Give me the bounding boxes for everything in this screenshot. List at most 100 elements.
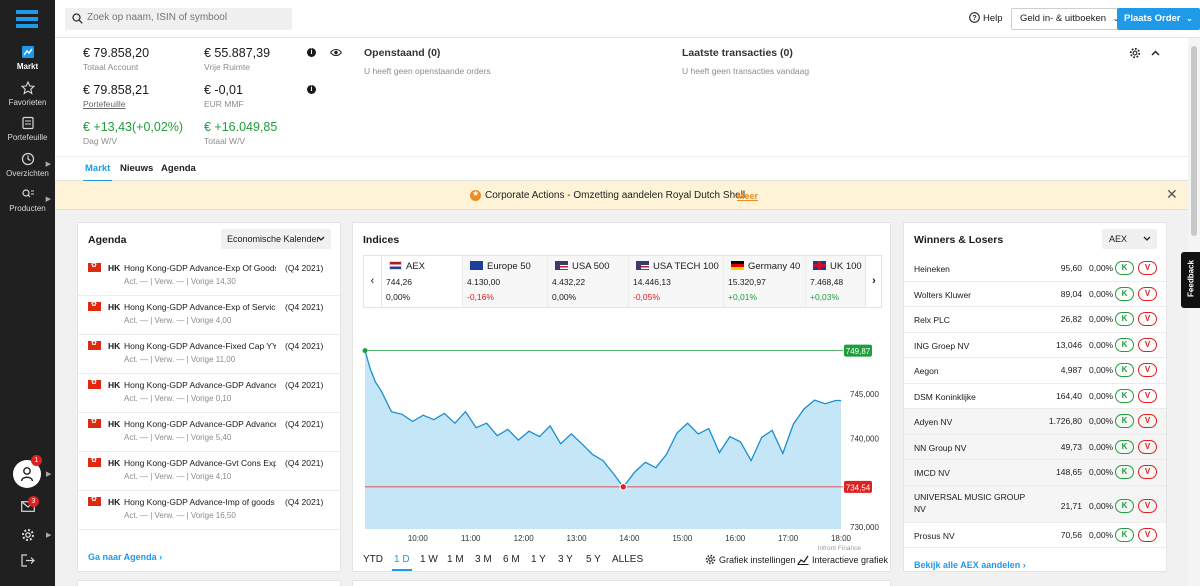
agenda-row[interactable]: HKHong Kong-GDP Advance-GDP Advance ... (… bbox=[78, 374, 340, 413]
period-button[interactable]: YTD bbox=[363, 554, 383, 565]
table-row[interactable]: ING Groep NV 13,046 0,00% K V bbox=[904, 333, 1166, 358]
sidebar-item-portefeuille[interactable]: Portefeuille bbox=[0, 116, 55, 142]
portfolio-link[interactable]: Portefeuille bbox=[83, 99, 126, 109]
sell-button[interactable]: V bbox=[1138, 261, 1157, 275]
buy-button[interactable]: K bbox=[1115, 286, 1134, 301]
stock-name[interactable]: UNIVERSAL MUSIC GROUP NV bbox=[914, 491, 1034, 515]
search-input[interactable] bbox=[87, 12, 282, 23]
chart-settings-button[interactable]: Grafiek instellingen bbox=[705, 554, 796, 565]
index-card[interactable]: AEX 744,26 0,00% bbox=[382, 256, 463, 307]
sell-button[interactable]: V bbox=[1138, 465, 1157, 479]
table-row[interactable]: Relx PLC 26,82 0,00% K V bbox=[904, 307, 1166, 333]
close-icon[interactable]: ✕ bbox=[1166, 186, 1178, 203]
eye-icon[interactable] bbox=[330, 48, 342, 57]
sell-button[interactable]: V bbox=[1138, 527, 1157, 542]
index-card[interactable]: Germany 40 15.320,97 +0,01% bbox=[724, 256, 806, 307]
table-row[interactable]: Heineken 95,60 0,00% K V bbox=[904, 256, 1166, 282]
tab-markt[interactable]: Markt bbox=[82, 163, 113, 182]
period-button[interactable]: 5 Y bbox=[586, 554, 601, 565]
all-aex-stocks-link[interactable]: Bekijk alle AEX aandelen › bbox=[914, 560, 1026, 570]
table-row[interactable]: Adyen NV 1.726,80 0,00% K V bbox=[904, 409, 1166, 435]
sell-button[interactable]: V bbox=[1138, 286, 1157, 301]
sell-button[interactable]: V bbox=[1138, 439, 1157, 454]
table-row[interactable]: Aegon 4,987 0,00% K V bbox=[904, 358, 1166, 384]
sidebar-item-markt[interactable]: Markt bbox=[0, 45, 55, 71]
period-button[interactable]: 3 Y bbox=[558, 554, 573, 565]
chevron-left-icon[interactable]: ‹ bbox=[364, 256, 382, 307]
open-orders-title[interactable]: Openstaand (0) bbox=[364, 47, 440, 59]
last-transactions-title[interactable]: Laatste transacties (0) bbox=[682, 47, 793, 59]
buy-button[interactable]: K bbox=[1115, 527, 1134, 542]
interactive-chart-button[interactable]: Interactieve grafiek bbox=[797, 554, 888, 565]
logout-icon[interactable] bbox=[21, 554, 35, 567]
buy-button[interactable]: K bbox=[1115, 261, 1134, 275]
buy-button[interactable]: K bbox=[1115, 439, 1134, 454]
feedback-tab[interactable]: Feedback bbox=[1181, 252, 1200, 308]
index-select[interactable]: AEX bbox=[1102, 229, 1157, 249]
tab-nieuws[interactable]: Nieuws bbox=[120, 163, 153, 174]
period-button[interactable]: 1 D bbox=[392, 554, 412, 571]
stock-name[interactable]: Adyen NV bbox=[914, 416, 1034, 428]
cash-transfer-button[interactable]: Geld in- & uitboeken ⌄ bbox=[1011, 8, 1129, 30]
agenda-row[interactable]: HKHong Kong-GDP Advance-Exp of Service..… bbox=[78, 296, 340, 335]
agenda-row[interactable]: HKHong Kong-GDP Advance-Fixed Cap YY ...… bbox=[78, 335, 340, 374]
chevron-up-icon[interactable] bbox=[1151, 50, 1160, 56]
table-row[interactable]: UNIVERSAL MUSIC GROUP NV 21,71 0,00% K V bbox=[904, 485, 1166, 523]
buy-button[interactable]: K bbox=[1115, 312, 1134, 326]
agenda-row[interactable]: HKHong Kong-GDP Advance-Gvt Cons Exp ...… bbox=[78, 452, 340, 491]
tab-agenda[interactable]: Agenda bbox=[161, 163, 196, 174]
agenda-row[interactable]: HKHong Kong-GDP Advance-Exp Of Goods ...… bbox=[78, 257, 340, 296]
agenda-row[interactable]: HKHong Kong-GDP Advance-Imp of goods ...… bbox=[78, 491, 340, 530]
gear-icon[interactable] bbox=[21, 528, 35, 542]
table-row[interactable]: IMCD NV 148,65 0,00% K V bbox=[904, 460, 1166, 486]
sell-button[interactable]: V bbox=[1138, 498, 1157, 513]
agenda-footer-link[interactable]: Ga naar Agenda › bbox=[88, 552, 162, 562]
table-row[interactable]: NN Group NV 49,73 0,00% K V bbox=[904, 434, 1166, 460]
period-button[interactable]: 1 Y bbox=[531, 554, 546, 565]
buy-button[interactable]: K bbox=[1115, 465, 1134, 479]
sell-button[interactable]: V bbox=[1138, 363, 1157, 377]
scrollbar-thumb[interactable] bbox=[1191, 46, 1197, 236]
sell-button[interactable]: V bbox=[1138, 312, 1157, 326]
help-link[interactable]: ? Help bbox=[969, 12, 1003, 24]
stock-name[interactable]: DSM Koninklijke bbox=[914, 391, 1034, 403]
stock-name[interactable]: Aegon bbox=[914, 365, 1034, 377]
calendar-type-select[interactable]: Economische Kalender bbox=[221, 229, 331, 249]
sidebar-item-favorieten[interactable]: Favorieten bbox=[0, 81, 55, 107]
info-icon[interactable]: i bbox=[307, 85, 316, 94]
agenda-row[interactable]: HKHong Kong-GDP Advance-GDP Advance ... (… bbox=[78, 413, 340, 452]
period-button[interactable]: 6 M bbox=[503, 554, 520, 565]
info-icon[interactable]: i bbox=[307, 48, 316, 57]
buy-button[interactable]: K bbox=[1115, 337, 1134, 352]
place-order-button[interactable]: Plaats Order ⌄ bbox=[1117, 8, 1200, 30]
logo[interactable] bbox=[16, 10, 38, 31]
sell-button[interactable]: V bbox=[1138, 414, 1157, 428]
scrollbar[interactable] bbox=[1188, 38, 1200, 586]
stock-name[interactable]: Relx PLC bbox=[914, 314, 1034, 326]
stock-name[interactable]: IMCD NV bbox=[914, 467, 1034, 479]
table-row[interactable]: DSM Koninklijke 164,40 0,00% K V bbox=[904, 384, 1166, 409]
buy-button[interactable]: K bbox=[1115, 363, 1134, 377]
buy-button[interactable]: K bbox=[1115, 414, 1134, 428]
index-card[interactable]: USA TECH 100 14.446,13 -0,05% bbox=[629, 256, 724, 307]
index-card[interactable]: USA 500 4.432,22 0,00% bbox=[548, 256, 629, 307]
index-card[interactable]: UK 100 7.468,48 +0,03% bbox=[806, 256, 865, 307]
period-button[interactable]: 1 M bbox=[447, 554, 464, 565]
period-button[interactable]: ALLES bbox=[612, 554, 643, 565]
sell-button[interactable]: V bbox=[1138, 337, 1157, 352]
chevron-right-icon[interactable]: › bbox=[865, 256, 882, 307]
table-row[interactable]: Wolters Kluwer 89,04 0,00% K V bbox=[904, 282, 1166, 307]
stock-name[interactable]: Wolters Kluwer bbox=[914, 289, 1034, 301]
sidebar-item-producten[interactable]: Producten ▶ bbox=[0, 187, 55, 213]
aex-intraday-chart[interactable]: 749,87 734,54 745,000 740,000 730,000 10:00 11… bbox=[353, 341, 890, 551]
search-box[interactable] bbox=[65, 8, 292, 30]
period-button[interactable]: 1 W bbox=[420, 554, 438, 565]
period-button[interactable]: 3 M bbox=[475, 554, 492, 565]
buy-button[interactable]: K bbox=[1115, 388, 1134, 403]
sidebar-item-overzichten[interactable]: Overzichten ▶ bbox=[0, 152, 55, 178]
buy-button[interactable]: K bbox=[1115, 498, 1134, 513]
sell-button[interactable]: V bbox=[1138, 388, 1157, 403]
stock-name[interactable]: NN Group NV bbox=[914, 442, 1034, 454]
stock-name[interactable]: ING Groep NV bbox=[914, 340, 1034, 352]
table-row[interactable]: Prosus NV 70,56 0,00% K V bbox=[904, 523, 1166, 548]
